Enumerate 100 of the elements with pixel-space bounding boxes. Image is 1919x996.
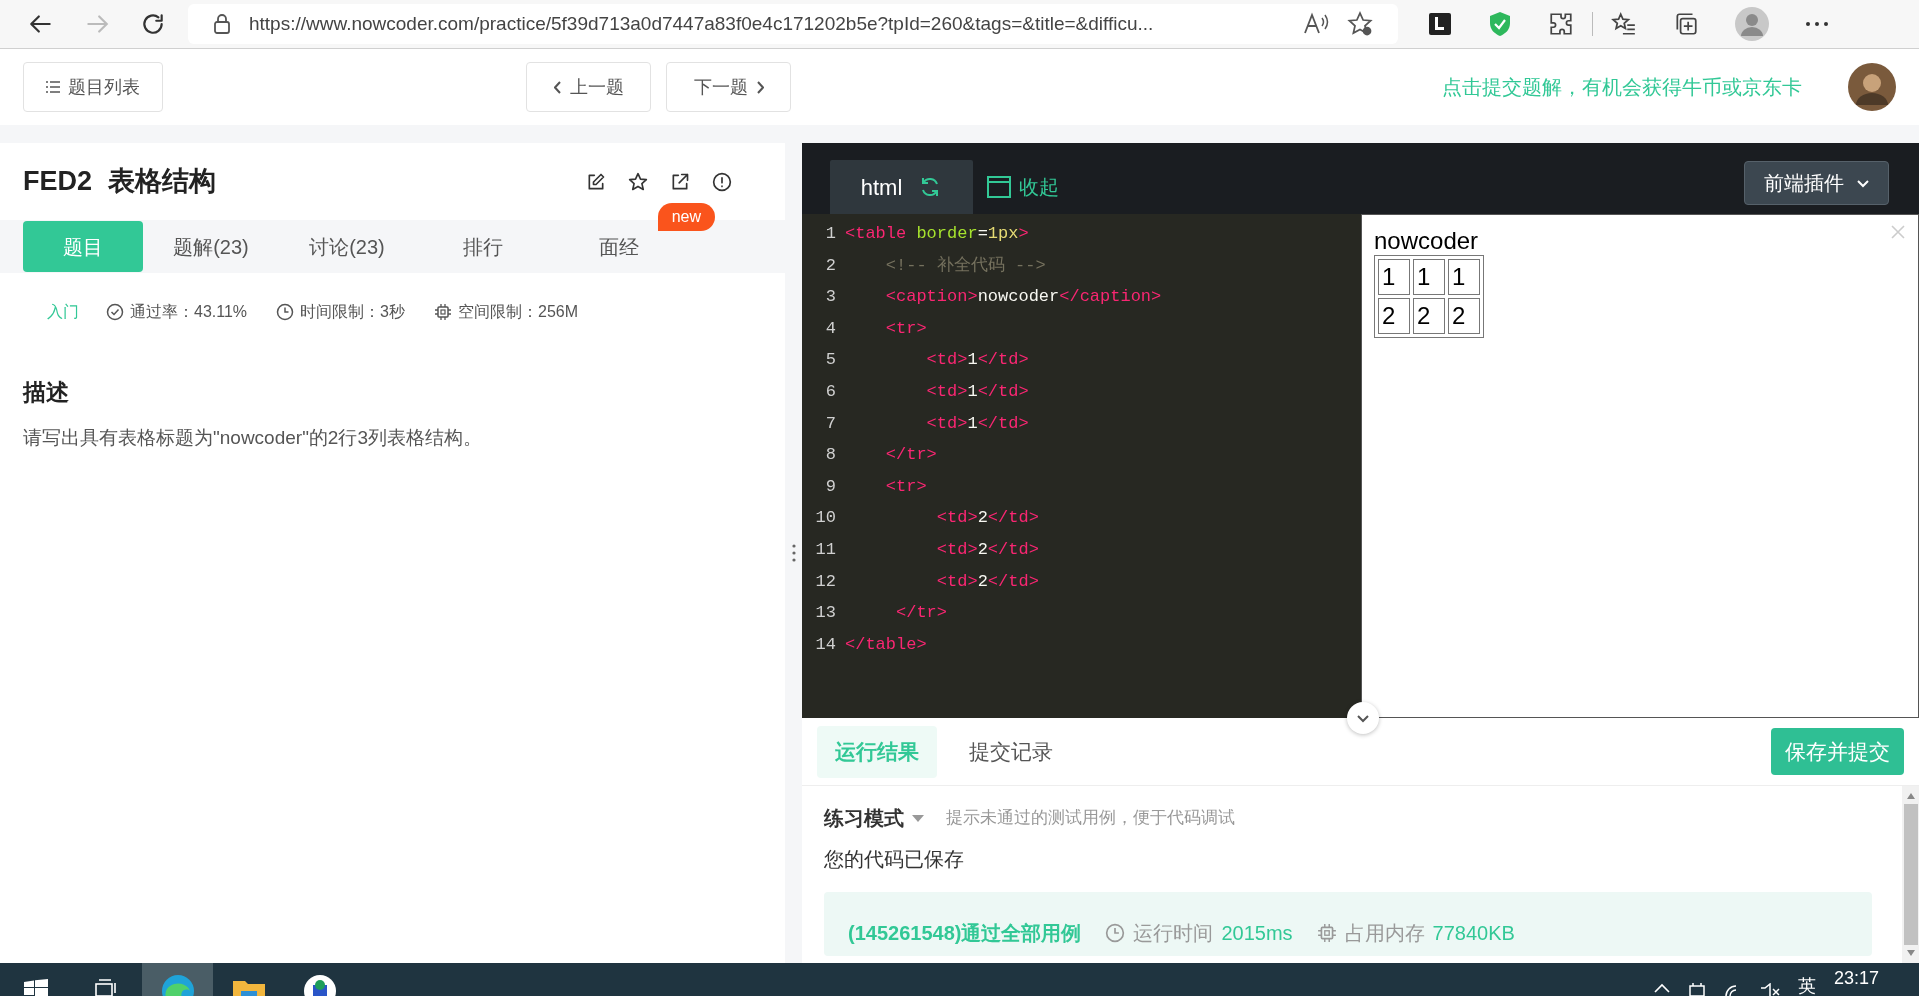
line-number: 1: [824, 223, 836, 245]
next-button[interactable]: 下一题: [666, 62, 791, 112]
chevron-up-icon[interactable]: [1653, 983, 1670, 993]
difficulty-label: 入门: [47, 302, 79, 322]
stat-text: 空间限制：256M: [458, 302, 578, 322]
line-number: 2: [824, 254, 836, 277]
share-icon[interactable]: [670, 171, 690, 192]
runtime-label: 运行时间: [1133, 921, 1214, 946]
description-text: 请写出具有表格标题为"nowcoder"的2行3列表格结构。: [22, 425, 483, 450]
line-number: 4: [824, 317, 836, 340]
tab[interactable]: 讨论(23): [279, 221, 415, 272]
new-badge: new: [657, 203, 715, 231]
input-method-indicator[interactable]: 英: [1797, 963, 1816, 996]
problem-code: FED2: [23, 165, 93, 199]
memory-value: 77840KB: [1432, 921, 1515, 946]
line-number: 6: [824, 380, 836, 403]
line-number: 9: [824, 475, 836, 498]
section-heading: 描述: [21, 378, 70, 407]
code-line: </table>: [845, 633, 927, 656]
chip-icon: [434, 303, 452, 321]
mode-hint: 提示未通过的测试用例，便于代码调试: [946, 807, 1235, 830]
profile-icon[interactable]: [1735, 7, 1769, 41]
previous-button[interactable]: 上一题: [526, 62, 651, 112]
table-cell: 2: [1378, 298, 1410, 334]
plugin-dropdown[interactable]: 前端插件: [1744, 161, 1889, 205]
language-tab[interactable]: html: [830, 160, 973, 214]
code-line: <td>2</td>: [935, 538, 1039, 561]
problem-title: 表格结构: [108, 165, 217, 199]
scroll-up-icon: [1905, 792, 1916, 800]
check-circle-icon: [106, 303, 124, 321]
favorites-icon[interactable]: [1611, 11, 1637, 37]
list-icon: [46, 81, 60, 93]
problem-list-button[interactable]: 题目列表: [23, 62, 163, 112]
line-number: 14: [814, 633, 836, 656]
preview-caption: nowcoder: [1374, 227, 1480, 255]
chevron-down-icon: [1855, 178, 1870, 188]
task-view-icon[interactable]: [94, 979, 119, 996]
collections-icon[interactable]: [1673, 11, 1699, 37]
mode-dropdown[interactable]: 练习模式: [824, 803, 924, 833]
windows-start-icon[interactable]: [23, 979, 48, 996]
chip-icon: [1316, 923, 1337, 943]
table-cell: 1: [1448, 259, 1480, 295]
table-cell: 2: [1413, 298, 1445, 334]
chevron-left-icon: [553, 80, 562, 94]
caret-down-icon: [912, 814, 924, 822]
code-line: <td>1</td>: [925, 380, 1029, 403]
code-line: <!-- 补全代码 -->: [884, 254, 1046, 277]
code-editor[interactable]: 1 <table border=1px> 2 <!-- 补全代码 --> 3 <caption>nowcoder</caption> 4 <tr> 5 <td>1</td> 6 <td>1</td> 7 <td>1</td> 8 </tr> 9 <tr> 10 <td>2</td> 11 <td>2</td> 12 <td>2</td> 13 </tr> 14 </table>: [802, 214, 1361, 718]
line-number: 11: [814, 538, 836, 561]
line-number: 8: [824, 444, 836, 467]
scroll-down-icon: [1905, 949, 1916, 957]
code-line: <td>2</td>: [935, 507, 1039, 530]
star-icon[interactable]: [628, 171, 648, 192]
result-status: (145261548)通过全部用例: [848, 921, 1082, 946]
line-number: 7: [824, 412, 836, 435]
clock-text[interactable]: 23:17: [1833, 963, 1879, 989]
tab[interactable]: 题解(23): [143, 221, 279, 272]
refresh-icon[interactable]: [140, 11, 166, 37]
clock-icon: [1105, 923, 1126, 943]
read-aloud-icon[interactable]: [1303, 12, 1329, 36]
address-bar[interactable]: https://www.nowcoder.com/practice/5f39d713a0d7447a83f0e4c171202b5e?tpId=260&tags=&title=&difficu...: [188, 4, 1398, 44]
drag-handle-icon[interactable]: [791, 543, 796, 563]
chevron-down-icon: [1356, 713, 1370, 723]
extension-icon[interactable]: [1428, 12, 1452, 36]
shield-icon[interactable]: [1488, 11, 1512, 37]
code-line: <caption>nowcoder</caption>: [884, 286, 1162, 309]
favorite-add-icon[interactable]: [1347, 11, 1373, 37]
edit-icon[interactable]: [586, 171, 606, 192]
code-line: </tr>: [895, 602, 948, 625]
collapse-button[interactable]: 收起: [987, 160, 1059, 214]
table-cell: 1: [1378, 259, 1410, 295]
info-icon[interactable]: [712, 171, 732, 192]
memory-label: 占用内存: [1344, 921, 1425, 946]
code-line: <td>1</td>: [925, 412, 1029, 435]
url-text: https://www.nowcoder.com/practice/5f39d713a0d7447a83f0e4c171202b5e?tpId=260&tags=&title=&difficu...: [249, 11, 1155, 36]
stat-text: 通过率：43.11%: [130, 302, 248, 322]
collapse-toggle[interactable]: [1347, 702, 1379, 734]
clock-icon: [276, 303, 295, 321]
line-number: 12: [814, 570, 836, 593]
code-line: <tr>: [884, 317, 927, 340]
saved-message: 您的代码已保存: [824, 847, 965, 872]
panel-icon: [987, 176, 1011, 198]
lock-icon: [213, 14, 231, 34]
line-number: 3: [824, 286, 836, 309]
code-line: <tr>: [884, 475, 927, 498]
puzzle-icon[interactable]: [1548, 11, 1574, 37]
more-icon[interactable]: [1805, 20, 1829, 28]
tab[interactable]: 排行: [415, 221, 551, 272]
table-cell: 1: [1413, 259, 1445, 295]
code-line: <td>1</td>: [925, 349, 1029, 372]
avatar[interactable]: [1848, 63, 1896, 111]
chevron-right-icon: [755, 80, 764, 94]
code-line: <table border=1px>: [845, 223, 1029, 245]
stat-text: 时间限制：3秒: [300, 302, 405, 322]
line-number: 5: [824, 349, 836, 372]
scrollbar[interactable]: [1902, 786, 1919, 963]
volume-muted-icon[interactable]: [1759, 983, 1780, 996]
line-number: 10: [814, 507, 836, 530]
result-tab[interactable]: 提交记录: [937, 725, 1085, 778]
runtime-value: 2015ms: [1221, 921, 1293, 946]
